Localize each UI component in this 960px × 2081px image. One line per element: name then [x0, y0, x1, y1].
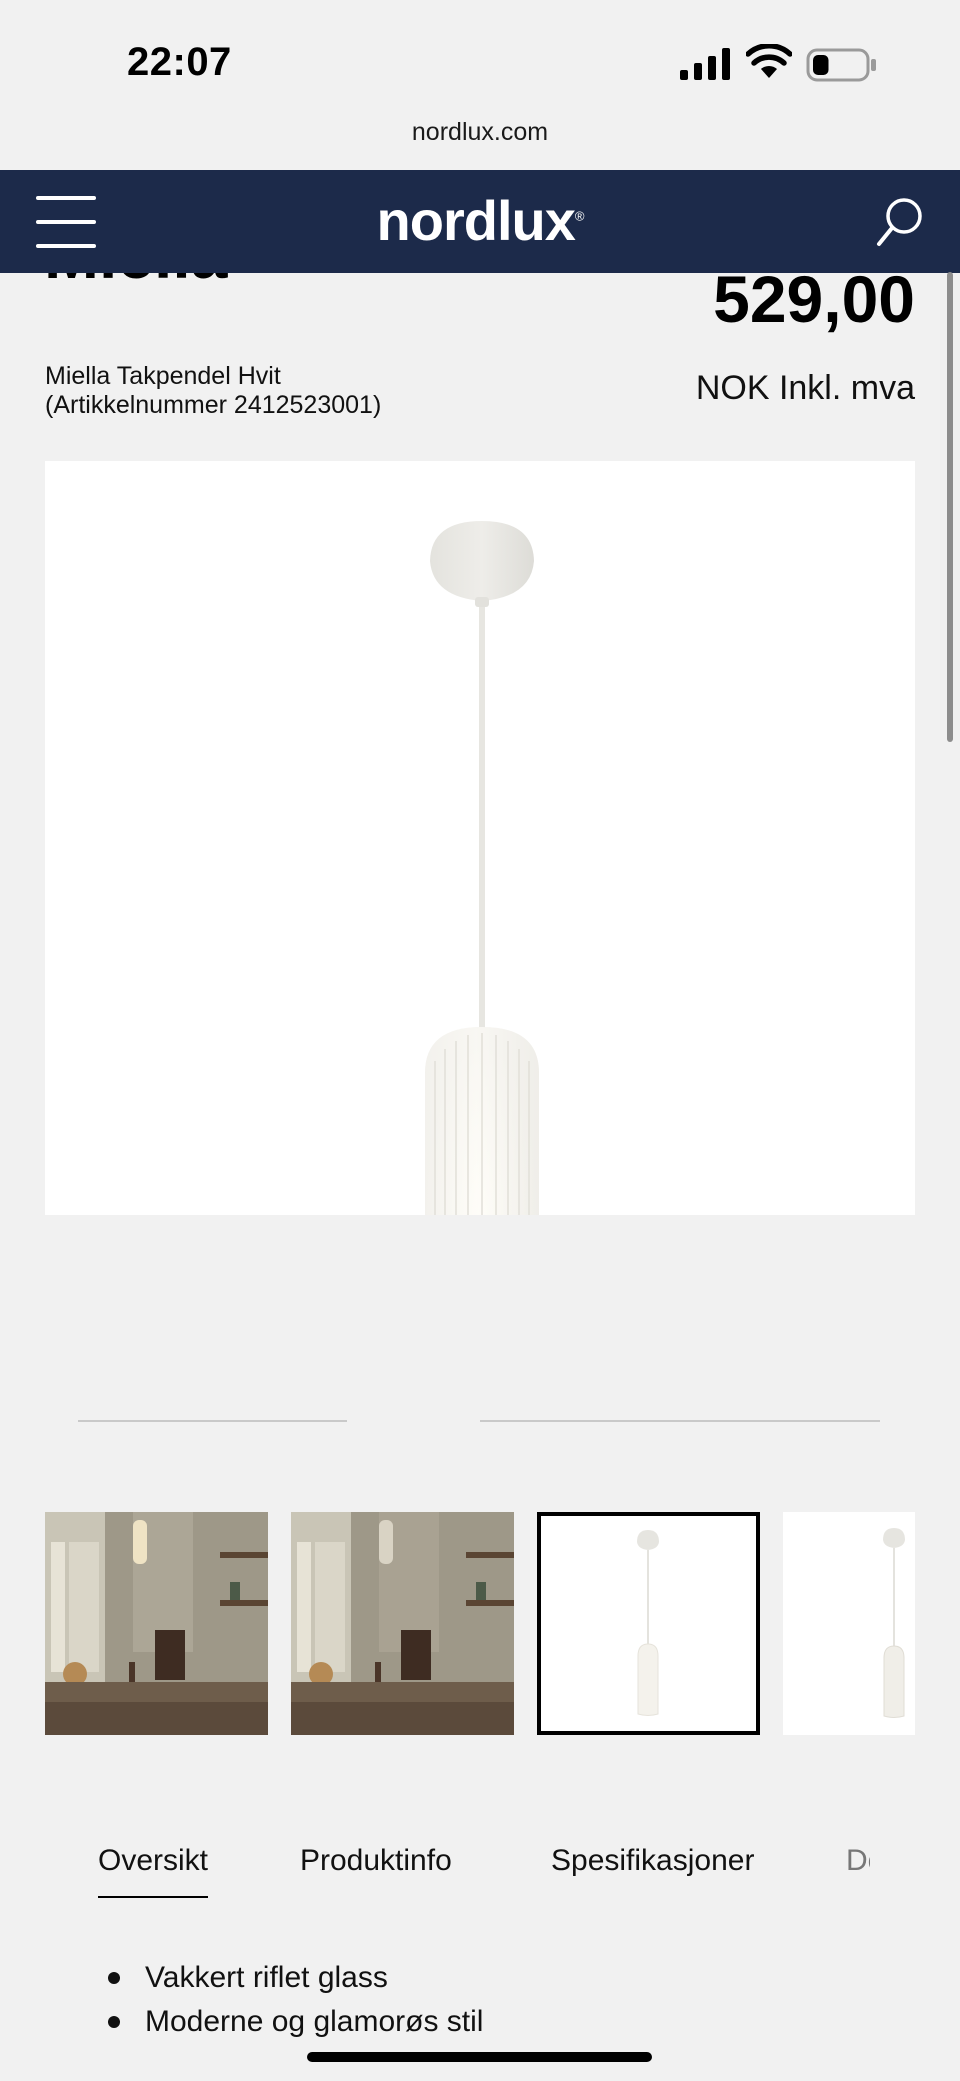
battery-icon — [806, 48, 876, 82]
article-number: (Artikkelnummer 2412523001) — [45, 391, 382, 419]
tab-produktinfo[interactable]: Produktinfo — [300, 1844, 452, 1878]
pendant-lamp-image — [425, 521, 539, 1215]
product-price: 529,00 — [713, 262, 915, 336]
thumbnail-item[interactable] — [783, 1512, 915, 1735]
cellular-signal-icon — [680, 48, 730, 80]
search-icon[interactable] — [876, 196, 924, 248]
pendant-lamp-thumbnail — [541, 1516, 756, 1731]
registered-mark: ® — [574, 208, 585, 224]
tab-spesifikasjoner[interactable]: Spesifikasjoner — [551, 1844, 754, 1878]
product-tabs: Oversikt Produktinfo Spesifikasjoner Dok… — [0, 1836, 960, 1916]
kitchen-scene-image — [291, 1512, 514, 1735]
wifi-icon — [746, 44, 792, 78]
kitchen-scene-image — [45, 1512, 268, 1735]
image-slider-track-left[interactable] — [78, 1420, 347, 1422]
thumbnail-strip[interactable] — [45, 1512, 915, 1736]
site-header: nordlux® — [0, 170, 960, 273]
url-bar[interactable]: nordlux.com — [0, 118, 960, 147]
thumbnail-item[interactable] — [291, 1512, 514, 1735]
feature-list: Vakkert riflet glass Moderne og glamorøs… — [100, 1956, 483, 2044]
page-content: Miella 529,00 Miella Takpendel Hvit (Art… — [0, 170, 960, 2081]
price-currency: NOK Inkl. mva — [695, 369, 915, 407]
logo-text: nordlux — [376, 189, 576, 252]
feature-item: Vakkert riflet glass — [100, 1956, 483, 2000]
scrollbar[interactable] — [947, 272, 953, 742]
status-time: 22:07 — [127, 40, 232, 84]
status-bar: 22:07 nordlux.com — [0, 0, 960, 146]
image-slider-track-right[interactable] — [480, 1420, 880, 1422]
thumbnail-item-selected[interactable] — [537, 1512, 760, 1735]
feature-item: Moderne og glamorøs stil — [100, 2000, 483, 2044]
thumbnail-item[interactable] — [45, 1512, 268, 1735]
main-product-image[interactable] — [45, 461, 915, 1215]
home-indicator[interactable] — [307, 2052, 652, 2062]
tab-oversikt[interactable]: Oversikt — [98, 1844, 209, 1898]
product-description: Miella Takpendel Hvit — [45, 362, 281, 390]
nordlux-logo[interactable]: nordlux® — [0, 188, 960, 253]
tab-dokumenter[interactable]: Dokumenter — [846, 1844, 870, 1878]
product-subtitle: Miella Takpendel Hvit (Artikkelnummer 24… — [45, 362, 381, 420]
pendant-lamp-thumbnail — [783, 1512, 915, 1735]
